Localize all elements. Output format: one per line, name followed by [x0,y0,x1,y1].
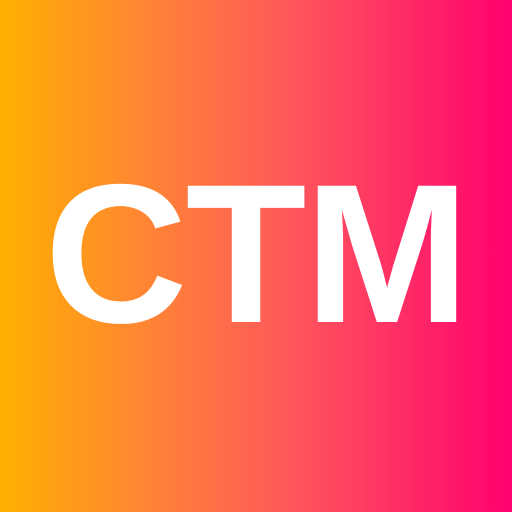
logo-text: CTM [44,143,470,364]
app-icon: CTM [0,0,512,512]
